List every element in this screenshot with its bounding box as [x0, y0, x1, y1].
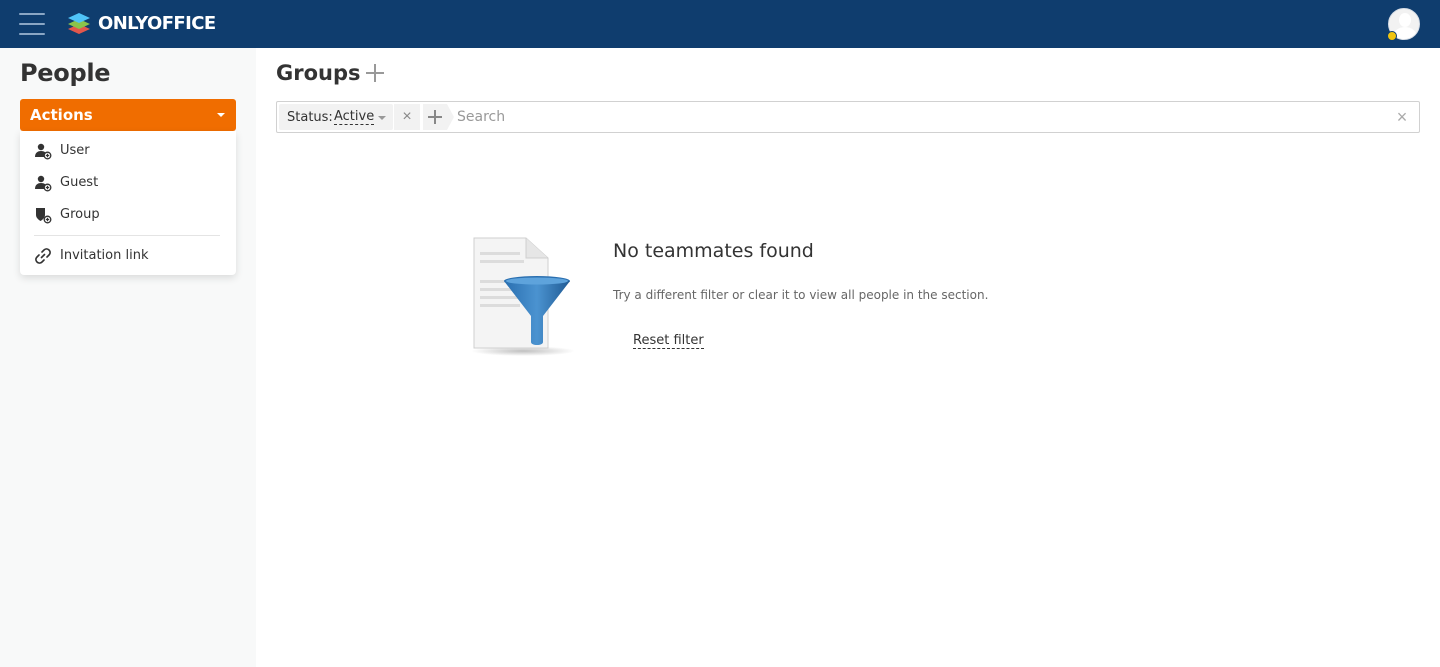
- add-group-plus-icon[interactable]: [366, 64, 384, 82]
- filter-arrow: [447, 104, 454, 130]
- menu-item-label: User: [60, 143, 90, 158]
- menu-item-group[interactable]: Group: [20, 201, 236, 229]
- notification-badge: [1387, 31, 1397, 41]
- add-filter-plus-icon[interactable]: [423, 104, 447, 130]
- top-bar: ONLYOFFICE: [0, 0, 1440, 48]
- status-filter-chip[interactable]: Status: Active: [279, 104, 393, 130]
- main-content: Groups Status: Active × ×: [256, 48, 1440, 667]
- onlyoffice-logo-icon: [68, 13, 90, 34]
- page-title: Groups: [276, 61, 361, 85]
- empty-state-description: Try a different filter or clear it to vi…: [613, 288, 989, 302]
- menu-item-user[interactable]: User: [20, 137, 236, 165]
- brand-name: ONLYOFFICE: [98, 12, 216, 34]
- search-input[interactable]: [457, 105, 1377, 129]
- hamburger-icon[interactable]: [19, 12, 45, 36]
- menu-item-label: Guest: [60, 175, 99, 190]
- sidebar-title: People: [20, 59, 111, 87]
- add-group-icon: [36, 208, 52, 224]
- link-icon: [35, 248, 51, 264]
- filter-bar: Status: Active × ×: [276, 101, 1420, 133]
- caret-down-icon: [217, 113, 225, 117]
- logo[interactable]: ONLYOFFICE: [66, 10, 216, 36]
- filter-document-icon: [471, 237, 575, 356]
- actions-dropdown: User Guest Group Invitation link: [20, 131, 236, 275]
- empty-state-title: No teammates found: [613, 240, 814, 262]
- actions-button-label: Actions: [30, 106, 93, 124]
- menu-item-label: Group: [60, 207, 100, 222]
- filter-chip-key: Status:: [287, 110, 333, 125]
- clear-search-close-icon[interactable]: ×: [1393, 107, 1411, 127]
- menu-item-label: Invitation link: [60, 248, 149, 263]
- remove-filter-close-icon[interactable]: ×: [394, 104, 420, 130]
- caret-down-icon: [378, 116, 386, 120]
- menu-item-invitation-link[interactable]: Invitation link: [20, 242, 236, 270]
- menu-divider: [34, 235, 220, 236]
- menu-item-guest[interactable]: Guest: [20, 169, 236, 197]
- add-guest-icon: [35, 175, 52, 192]
- filter-chip-value[interactable]: Active: [334, 110, 375, 125]
- reset-filter-link[interactable]: Reset filter: [633, 333, 704, 349]
- add-user-icon: [35, 143, 52, 160]
- actions-button[interactable]: Actions: [20, 99, 236, 131]
